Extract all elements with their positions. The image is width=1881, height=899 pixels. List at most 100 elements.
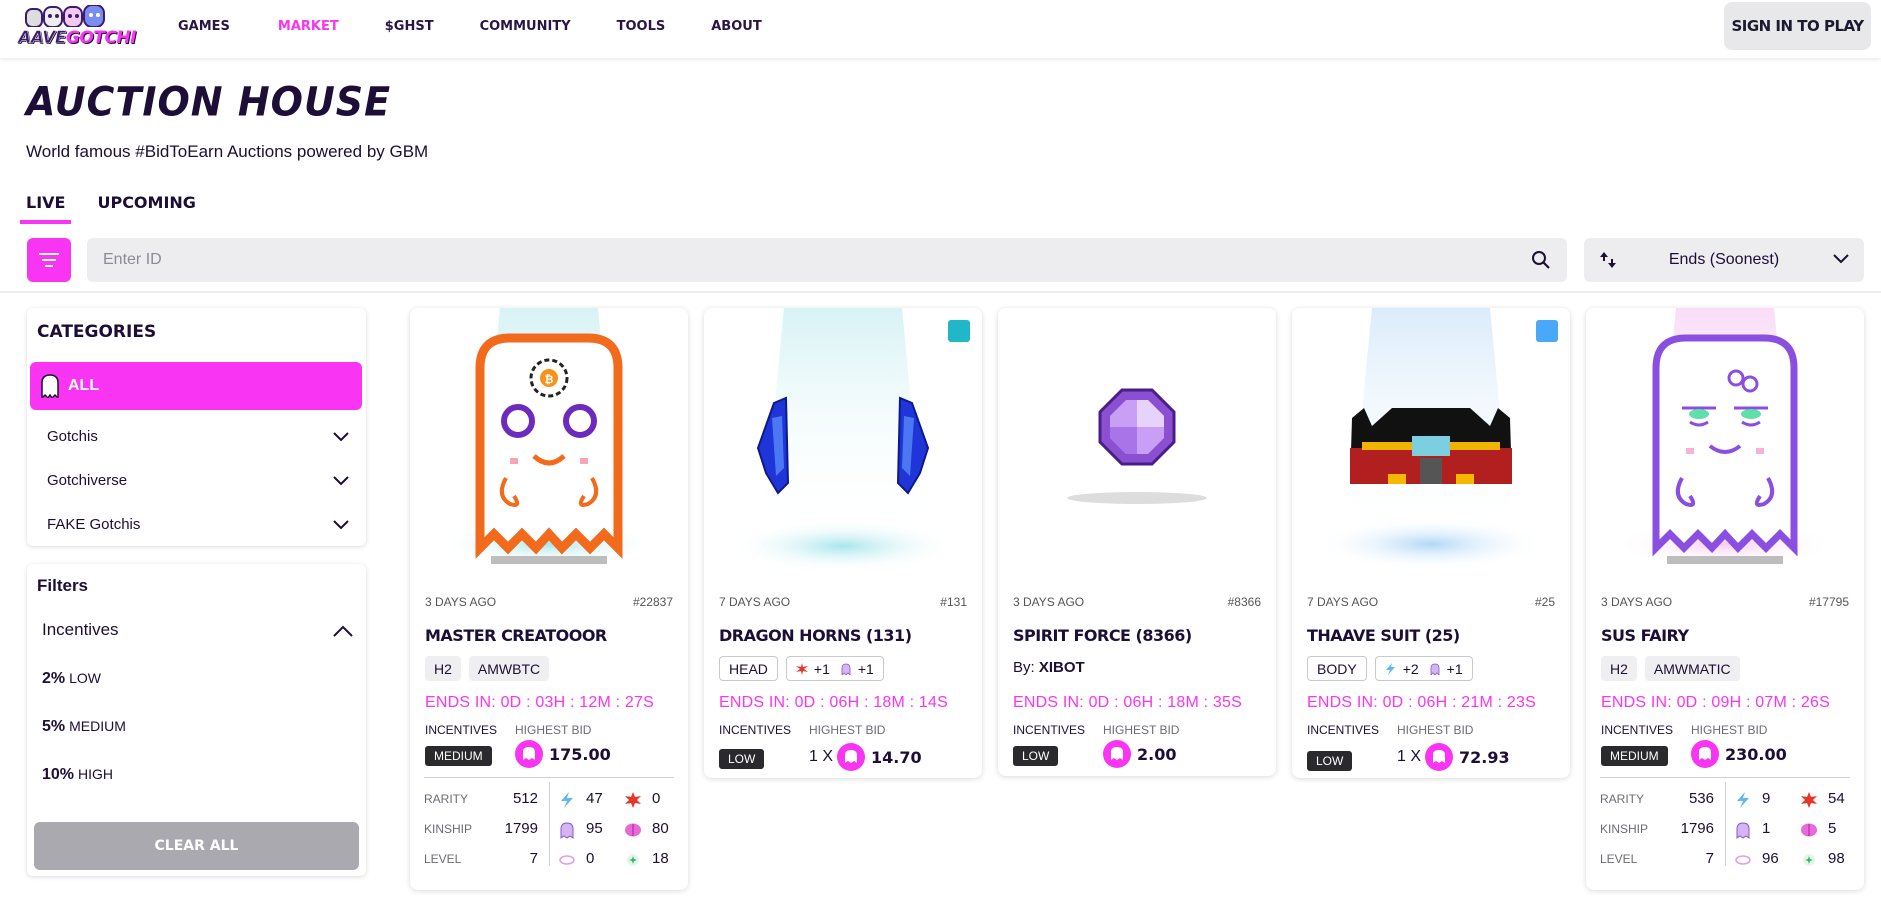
tab-upcoming[interactable]: UPCOMING <box>97 193 195 224</box>
tab-live[interactable]: LIVE <box>20 193 72 224</box>
energy-trait: 47 <box>558 790 618 810</box>
category-all-label: ALL <box>68 377 100 394</box>
ghst-token-icon <box>837 743 866 771</box>
kinship-label: KINSHIP <box>424 822 473 836</box>
auction-card[interactable]: 3 DAYS AGO #8366 SPIRIT FORCE (8366) By:… <box>998 308 1276 776</box>
incentives-toggle[interactable]: Incentives <box>42 620 353 640</box>
kinship-value: 1799 <box>504 820 538 837</box>
lightning-icon <box>1737 792 1749 808</box>
incentive-option-low[interactable]: 2% LOW <box>42 670 101 688</box>
level-label: LEVEL <box>1600 852 1638 866</box>
incentive-option-medium[interactable]: 5% MEDIUM <box>42 718 126 736</box>
highest-bid-label: HIGHEST BID <box>515 723 592 737</box>
listed-time: 7 DAYS AGO <box>719 595 791 609</box>
ghst-token-icon <box>1425 743 1454 771</box>
auction-card[interactable]: 3 DAYS AGO #17795 SUS FAIRY H2 AMWMATIC … <box>1586 308 1864 890</box>
category-fake-gotchis[interactable]: FAKE Gotchis <box>47 516 365 538</box>
rarity-color-badge <box>948 320 970 342</box>
level-row: LEVEL 7 <box>424 850 538 870</box>
listed-time: 3 DAYS AGO <box>425 595 497 609</box>
trait-value: 5 <box>1828 820 1837 837</box>
token-id: #131 <box>940 595 967 609</box>
categories-panel: CATEGORIES ALL Gotchis Gotchiverse FAKE … <box>27 308 366 546</box>
trait-value: 96 <box>1762 850 1779 867</box>
dragon-horns-image <box>727 308 959 572</box>
eye-shape-trait: 96 <box>1734 850 1794 870</box>
item-name: SUS FAIRY <box>1601 626 1689 645</box>
incentive-badge: MEDIUM <box>425 746 492 766</box>
incentives-label: INCENTIVES <box>719 723 792 737</box>
search-input[interactable] <box>87 238 1507 282</box>
energy-trait: 9 <box>1734 790 1794 810</box>
rarity-color-badge <box>1536 320 1558 342</box>
chevron-down-icon <box>333 432 349 442</box>
highest-bid: 175.00 <box>515 740 611 768</box>
creator-line: By: XIBOT <box>1013 659 1085 676</box>
auction-card[interactable]: ₿ 3 DAYS AGO #22837 MASTER CREATOOOR H2 … <box>410 308 688 890</box>
creator-name: XIBOT <box>1038 659 1085 676</box>
category-all-button[interactable]: ALL <box>30 362 362 410</box>
bid-amount: 175.00 <box>549 744 611 764</box>
sign-in-button[interactable]: SIGN IN TO PLAY <box>1724 2 1871 50</box>
countdown-timer: ENDS IN: 0D : 03H : 12M : 27S <box>425 694 654 711</box>
eye-shape-trait: 0 <box>558 850 618 870</box>
incentive-percent: 10% <box>42 766 75 783</box>
incentive-level: MEDIUM <box>69 718 126 734</box>
sort-dropdown[interactable]: Ends (Soonest) <box>1584 238 1864 282</box>
nav-ghst[interactable]: $GHST <box>385 19 434 34</box>
collateral-tag: AMWBTC <box>468 656 550 681</box>
nav-about[interactable]: ABOUT <box>711 19 761 34</box>
clear-all-button[interactable]: CLEAR ALL <box>34 822 359 870</box>
nav-games[interactable]: GAMES <box>178 19 230 34</box>
category-gotchis[interactable]: Gotchis <box>47 428 365 450</box>
search-icon[interactable] <box>1531 250 1551 270</box>
aavegotchi-logo[interactable]: AAVEGOTCHI <box>16 3 136 53</box>
highest-bid-label: HIGHEST BID <box>1397 723 1474 737</box>
nav-community[interactable]: COMMUNITY <box>480 19 571 34</box>
item-name: DRAGON HORNS (131) <box>719 626 912 645</box>
gotchi-orange-image: ₿ <box>439 308 659 566</box>
highest-bid: 230.00 <box>1691 740 1787 768</box>
rarity-label: RARITY <box>1600 792 1645 806</box>
eye-color-trait: 18 <box>624 850 684 870</box>
category-label: Gotchiverse <box>47 472 128 489</box>
slot-tag: BODY <box>1307 656 1367 681</box>
sort-selected-value: Ends (Soonest) <box>1668 251 1780 268</box>
countdown-timer: ENDS IN: 0D : 06H : 18M : 35S <box>1013 694 1242 711</box>
nav-market[interactable]: MARKET <box>278 19 339 34</box>
auction-card[interactable]: 7 DAYS AGO #131 DRAGON HORNS (131) HEAD … <box>704 308 982 778</box>
explosion-icon <box>795 662 808 675</box>
eye-icon <box>1735 855 1751 865</box>
category-gotchiverse[interactable]: Gotchiverse <box>47 472 365 494</box>
logo-ghosts-icon <box>25 5 105 27</box>
ghst-token-icon <box>1103 740 1131 768</box>
spooky-ghost-icon <box>1736 822 1750 839</box>
spirit-force-image <box>1067 388 1207 504</box>
rarity-value: 512 <box>512 790 538 807</box>
listed-time: 3 DAYS AGO <box>1013 595 1085 609</box>
filter-lines-icon <box>39 253 59 267</box>
tag-list: HEAD +1 +1 <box>719 656 884 681</box>
incentive-option-high[interactable]: 10% HIGH <box>42 766 113 784</box>
bid-amount: 230.00 <box>1725 744 1787 764</box>
search-bar <box>87 238 1567 282</box>
filter-toggle-button[interactable] <box>27 238 71 282</box>
item-name: SPIRIT FORCE (8366) <box>1013 626 1192 645</box>
nav-tools[interactable]: TOOLS <box>617 19 666 34</box>
brain-trait: 5 <box>1800 820 1860 840</box>
lightning-icon <box>1385 662 1395 675</box>
modifier-value: +2 <box>1402 660 1419 677</box>
chevron-down-icon <box>1833 254 1849 264</box>
top-navbar: AAVEGOTCHI GAMES MARKET $GHST COMMUNITY … <box>0 0 1881 58</box>
bid-amount: 2.00 <box>1137 744 1177 764</box>
ghst-token-icon <box>1691 740 1719 768</box>
aggression-trait: 0 <box>624 790 684 810</box>
tag-list: H2 AMWMATIC <box>1601 656 1740 681</box>
creator-byline: By: XIBOT <box>1013 659 1085 676</box>
incentive-percent: 2% <box>42 670 66 687</box>
item-name: THAAVE SUIT (25) <box>1307 626 1460 645</box>
auction-card[interactable]: 7 DAYS AGO #25 THAAVE SUIT (25) BODY +2 … <box>1292 308 1570 778</box>
chevron-up-icon <box>333 625 353 637</box>
spooky-ghost-icon <box>1430 663 1440 675</box>
trait-value: 9 <box>1762 790 1771 807</box>
